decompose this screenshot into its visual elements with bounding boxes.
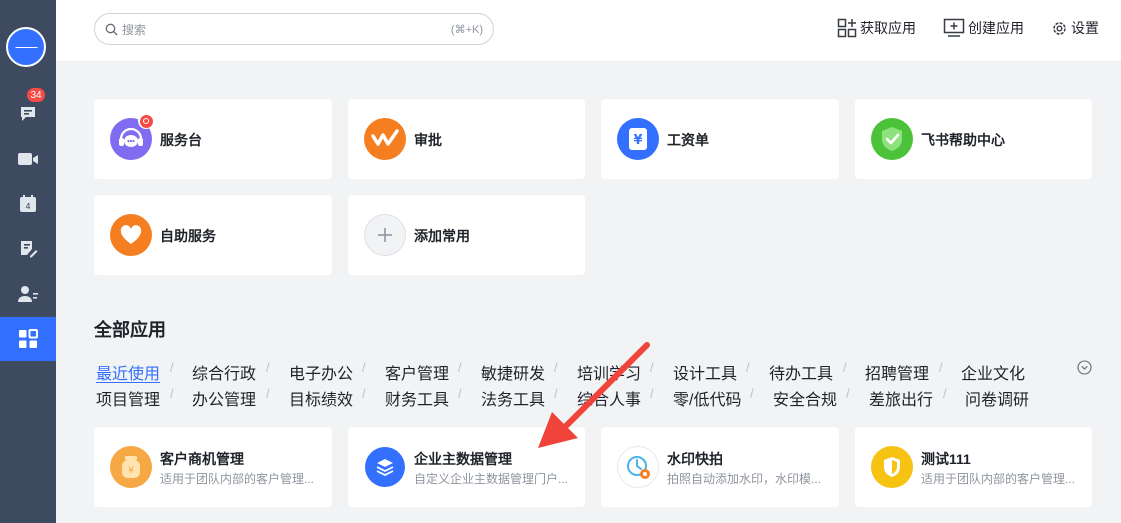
category-tab[interactable]: 问卷调研 (965, 386, 1029, 410)
chevron-down-icon (1077, 360, 1092, 375)
category-tab[interactable]: 待办工具 (769, 360, 833, 384)
favorite-label: 添加常用 (414, 228, 470, 244)
contacts-icon (18, 286, 38, 302)
shield-icon (871, 446, 913, 488)
sidebar-item-contacts[interactable] (0, 272, 56, 316)
category-tab[interactable]: 企业文化 (961, 360, 1025, 384)
separator: / (170, 360, 174, 375)
help-center-icon (871, 118, 913, 160)
app-store-icon (837, 18, 857, 38)
search-icon (105, 23, 118, 35)
sidebar: 一一 34 4 (0, 0, 56, 523)
separator: / (266, 360, 270, 375)
app-description: 拍照自动添加水印，水印模... (667, 472, 822, 486)
badge-icon (138, 113, 154, 129)
gear-icon (1053, 21, 1066, 35)
favorite-label: 服务台 (160, 132, 202, 148)
separator: / (939, 360, 943, 375)
favorite-card-approval[interactable]: 审批 (348, 99, 585, 179)
heart-icon (110, 214, 152, 256)
favorite-label: 自助服务 (160, 228, 216, 244)
sidebar-item-video[interactable] (0, 137, 56, 181)
sidebar-item-docs[interactable] (0, 227, 56, 271)
add-favorite-button[interactable]: 添加常用 (348, 195, 585, 275)
calendar-icon: 4 (20, 195, 36, 212)
favorite-card-self-service[interactable]: 自助服务 (94, 195, 332, 275)
get-apps-label: 获取应用 (860, 20, 916, 36)
separator: / (362, 386, 366, 401)
sidebar-item-calendar[interactable]: 4 (0, 182, 56, 226)
chat-icon (21, 107, 35, 121)
create-app-label: 创建应用 (968, 20, 1024, 36)
layers-icon (365, 447, 405, 487)
favorite-label: 飞书帮助中心 (921, 132, 1005, 148)
app-grid-icon (19, 329, 38, 348)
separator: / (746, 360, 750, 375)
favorite-label: 审批 (414, 132, 442, 148)
category-tab[interactable]: 财务工具 (385, 386, 449, 410)
separator: / (170, 386, 174, 401)
app-title: 水印快拍 (667, 451, 723, 467)
app-title: 测试111 (921, 451, 971, 467)
plus-icon (364, 214, 406, 256)
money-jar-icon: ¥ (110, 446, 152, 488)
category-tab[interactable]: 电子办公 (289, 360, 353, 384)
category-tab[interactable]: 项目管理 (96, 386, 160, 410)
top-bar: 搜索 (⌘+K) 获取应用 创建应用 设置 (56, 0, 1121, 61)
app-card-test111[interactable]: 测试111 适用于团队内部的客户管理... (855, 427, 1092, 507)
category-tab[interactable]: 零/低代码 (673, 386, 741, 410)
app-card-crm[interactable]: ¥ 客户商机管理 适用于团队内部的客户管理... (94, 427, 332, 507)
category-tab[interactable]: 办公管理 (192, 386, 256, 410)
approval-icon (364, 118, 406, 160)
category-tab[interactable]: 安全合规 (773, 386, 837, 410)
payslip-icon: ¥ (617, 118, 659, 160)
app-title: 企业主数据管理 (414, 451, 512, 467)
get-apps-button[interactable]: 获取应用 (837, 18, 916, 38)
search-input[interactable]: 搜索 (⌘+K) (94, 13, 494, 45)
separator: / (362, 360, 366, 375)
category-tab[interactable]: 设计工具 (673, 360, 737, 384)
section-title: 全部应用 (94, 320, 166, 340)
settings-button[interactable]: 设置 (1051, 18, 1099, 38)
svg-text:4: 4 (25, 202, 30, 211)
sidebar-item-workplace[interactable] (0, 317, 56, 361)
search-shortcut: (⌘+K) (450, 23, 483, 36)
document-edit-icon (21, 241, 38, 258)
category-tab[interactable]: 差旅出行 (869, 386, 933, 410)
sidebar-item-messages[interactable]: 34 (0, 88, 56, 136)
category-tab[interactable]: 最近使用 (96, 360, 160, 384)
app-title: 客户商机管理 (160, 451, 244, 467)
separator: / (266, 386, 270, 401)
separator: / (943, 386, 947, 401)
settings-label: 设置 (1071, 20, 1099, 36)
annotation-arrow-icon (538, 342, 650, 448)
category-tab[interactable]: 综合行政 (192, 360, 256, 384)
app-description: 适用于团队内部的客户管理... (921, 472, 1076, 486)
favorite-card-service-desk[interactable]: 服务台 (94, 99, 332, 179)
app-description: 自定义企业主数据管理门户... (414, 472, 569, 486)
favorite-card-payslip[interactable]: ¥ 工资单 (601, 99, 839, 179)
favorite-label: 工资单 (667, 132, 709, 148)
svg-text:¥: ¥ (128, 466, 134, 476)
separator: / (458, 360, 462, 375)
separator: / (846, 386, 850, 401)
expand-categories-button[interactable] (1077, 360, 1092, 380)
separator: / (458, 386, 462, 401)
separator: / (750, 386, 754, 401)
create-app-button[interactable]: 创建应用 (943, 18, 1024, 38)
category-tab[interactable]: 客户管理 (385, 360, 449, 384)
create-app-icon (943, 18, 965, 37)
separator: / (843, 360, 847, 375)
search-placeholder: 搜索 (122, 22, 147, 37)
category-tab[interactable]: 招聘管理 (865, 360, 929, 384)
video-icon (18, 153, 38, 165)
svg-text:¥: ¥ (633, 133, 642, 148)
unread-badge: 34 (27, 88, 45, 102)
favorite-card-help-center[interactable]: 飞书帮助中心 (855, 99, 1092, 179)
avatar[interactable]: 一一 (6, 27, 46, 67)
app-description: 适用于团队内部的客户管理... (160, 472, 315, 486)
category-tab[interactable]: 目标绩效 (289, 386, 353, 410)
